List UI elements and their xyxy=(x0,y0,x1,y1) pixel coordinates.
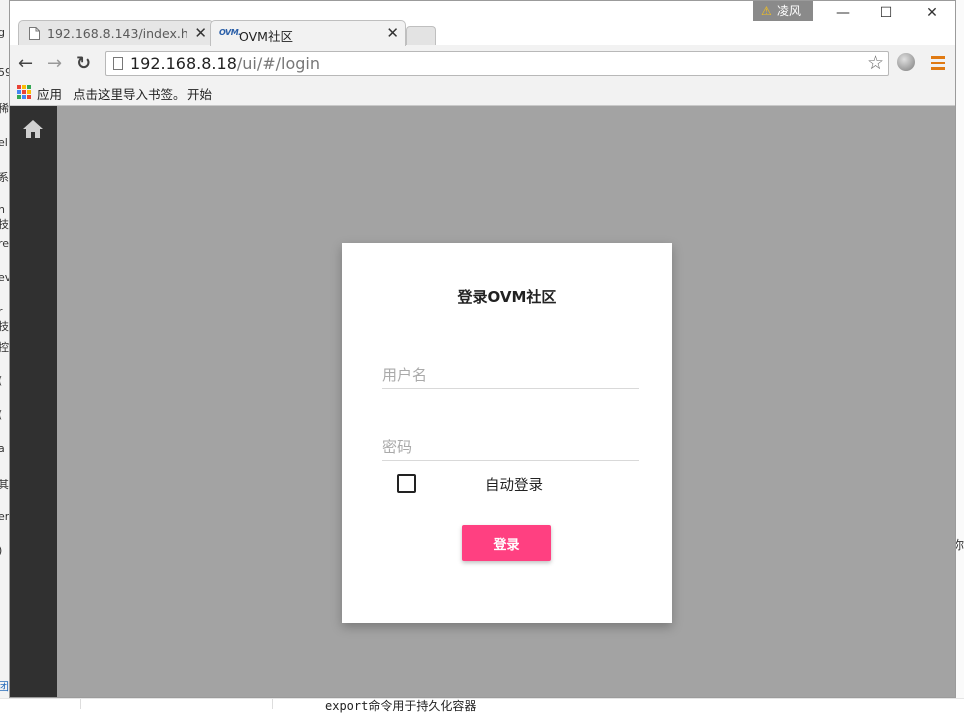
page-viewport: 登录OVM社区 自动登录 登录 xyxy=(10,106,955,697)
ovm-favicon: OVM. xyxy=(219,28,241,37)
bg-left-char: r技 xyxy=(0,305,9,334)
background-app-text: export命令用于持久化容器 xyxy=(325,699,477,713)
apps-grid-icon[interactable] xyxy=(17,85,31,99)
bookmark-import-hint[interactable]: 点击这里导入书签。 xyxy=(73,84,186,103)
bg-left-char: 团 xyxy=(0,678,9,694)
tab-close-icon[interactable]: ✕ xyxy=(386,24,399,42)
bg-left-char: 其 xyxy=(0,476,9,492)
auto-login-checkbox[interactable] xyxy=(397,474,416,493)
maximize-button[interactable]: ☐ xyxy=(876,5,896,21)
bg-left-char: 稀 xyxy=(0,100,9,116)
tab-ovm-community[interactable]: OVM. OVM社区 ✕ xyxy=(210,20,406,46)
bookmark-star-icon[interactable]: ☆ xyxy=(867,52,884,74)
close-window-button[interactable]: ✕ xyxy=(922,5,942,21)
globe-extension-icon[interactable] xyxy=(897,53,915,71)
bg-left-char: a xyxy=(0,442,5,455)
new-tab-button[interactable] xyxy=(406,26,436,46)
browser-toolbar: ← → ↻ 192.168.8.18/ui/#/login ☆ xyxy=(10,45,955,81)
home-icon[interactable] xyxy=(23,120,43,138)
password-input[interactable] xyxy=(382,436,639,458)
bookmarks-bar: 应用 点击这里导入书签。 开始 xyxy=(10,81,955,106)
reload-button[interactable]: ↻ xyxy=(76,53,91,74)
bg-left-char: ) xyxy=(0,544,2,557)
tab-index-page[interactable]: 192.168.8.143/index.htm ✕ xyxy=(18,20,214,46)
bg-left-char: 系 xyxy=(0,169,9,185)
background-app-right-strip: 你 xyxy=(952,0,964,708)
minimize-button[interactable]: — xyxy=(833,5,853,21)
page-icon xyxy=(29,27,40,40)
warning-icon: ⚠ xyxy=(761,4,772,18)
back-button[interactable]: ← xyxy=(18,53,33,74)
login-button[interactable]: 登录 xyxy=(462,525,551,561)
password-field[interactable] xyxy=(382,436,639,461)
bg-left-char: g xyxy=(0,26,5,39)
tab-title: OVM社区 xyxy=(239,29,293,44)
title-bar: 192.168.8.143/index.htm ✕ OVM. OVM社区 ✕ ⚠… xyxy=(10,1,955,46)
login-card: 登录OVM社区 自动登录 登录 xyxy=(342,243,672,623)
bg-left-char: ( xyxy=(0,374,2,387)
login-title: 登录OVM社区 xyxy=(457,288,557,306)
browser-window: 192.168.8.143/index.htm ✕ OVM. OVM社区 ✕ ⚠… xyxy=(9,0,956,698)
tab-title: 192.168.8.143/index.htm xyxy=(47,26,187,41)
url-text[interactable]: 192.168.8.18/ui/#/login xyxy=(130,54,320,73)
bg-left-char: er xyxy=(0,510,10,523)
url-host: 192.168.8.18 xyxy=(130,54,237,73)
bookmark-start[interactable]: 开始 xyxy=(187,84,212,103)
side-navigation-rail xyxy=(10,106,57,697)
address-bar[interactable]: 192.168.8.18/ui/#/login ☆ xyxy=(105,51,889,76)
bg-left-char: n技 xyxy=(0,203,9,232)
tab-close-icon[interactable]: ✕ xyxy=(194,24,207,42)
profile-name: 凌风 xyxy=(777,4,802,18)
url-path: /ui/#/login xyxy=(236,54,321,73)
browser-menu-icon[interactable] xyxy=(931,56,945,73)
bg-left-char: ( xyxy=(0,408,2,421)
bg-left-char: 控 xyxy=(0,339,9,355)
background-app-bottom-strip: export命令用于持久化容器 xyxy=(0,698,964,713)
bookmark-apps[interactable]: 应用 xyxy=(37,84,62,103)
username-field[interactable] xyxy=(382,364,639,389)
username-input[interactable] xyxy=(382,364,639,386)
profile-warning-badge[interactable]: ⚠ 凌风 xyxy=(753,1,813,21)
page-icon xyxy=(113,57,123,70)
bg-left-char: el xyxy=(0,136,8,149)
auto-login-label[interactable]: 自动登录 xyxy=(485,474,543,495)
forward-button[interactable]: → xyxy=(47,53,62,74)
bg-left-char: re xyxy=(0,237,10,250)
